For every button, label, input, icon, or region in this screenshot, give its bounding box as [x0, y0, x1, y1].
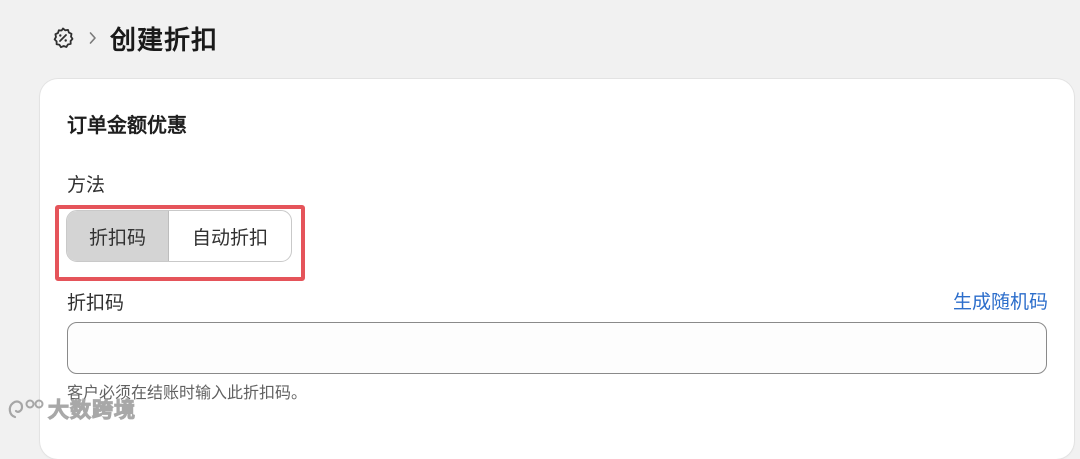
method-option-automatic-discount[interactable]: 自动折扣: [169, 211, 291, 261]
method-option-discount-code[interactable]: 折扣码: [67, 211, 169, 261]
discount-gear-icon[interactable]: [50, 25, 76, 51]
order-discount-card: 订单金额优惠 方法 折扣码 自动折扣 折扣码 生成随机码 客户必须在结账时输入此…: [40, 79, 1074, 459]
method-segmented-control: 折扣码 自动折扣: [66, 210, 292, 262]
watermark-logo-icon: [6, 396, 46, 422]
method-label: 方法: [67, 174, 106, 196]
page-header: 创建折扣: [50, 20, 218, 56]
discount-code-label: 折扣码: [67, 292, 125, 314]
watermark: 大数跨境: [6, 394, 136, 424]
page-title: 创建折扣: [110, 25, 219, 56]
discount-code-input[interactable]: [67, 322, 1047, 374]
chevron-right-icon: [88, 30, 98, 46]
generate-random-code-link[interactable]: 生成随机码: [953, 287, 1048, 314]
watermark-text: 大数跨境: [48, 398, 136, 423]
section-title: 订单金额优惠: [67, 113, 187, 137]
